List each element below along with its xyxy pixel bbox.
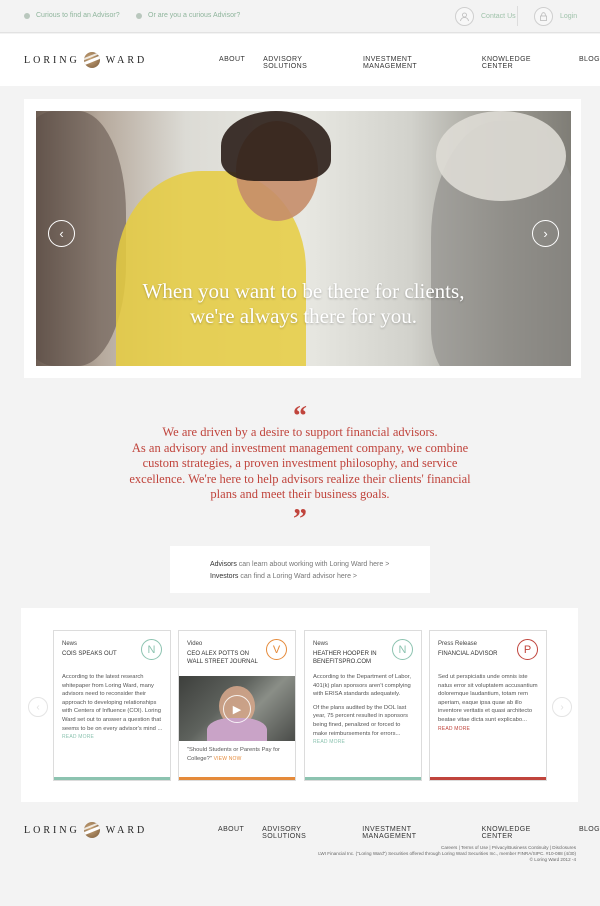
footer-logo[interactable]: LORING WARD bbox=[24, 822, 147, 838]
card-title[interactable]: COIs SPEAKS OUT bbox=[62, 650, 140, 658]
card-excerpt-text: According to the Department of Labor, 40… bbox=[313, 674, 411, 698]
logo-text-right: WARD bbox=[105, 824, 148, 836]
find-advisor-link[interactable]: Curious to find an Advisor? bbox=[24, 12, 120, 19]
card-title[interactable]: CEO ALEX POTTS ON WALL STREET JOURNAL bbox=[187, 650, 265, 666]
nav-knowledge-center[interactable]: KNOWLEDGE CENTER bbox=[482, 56, 561, 70]
logo-text-left: LORING bbox=[24, 54, 80, 66]
footer-nav-knowledge-center[interactable]: KNOWLEDGE CENTER bbox=[482, 826, 561, 840]
nav-investment-management[interactable]: INVESTMENT MANAGEMENT bbox=[363, 56, 464, 70]
nav-about[interactable]: ABOUT bbox=[219, 56, 245, 70]
video-thumbnail[interactable]: ▶ bbox=[179, 676, 295, 741]
card-type: Press Release bbox=[438, 641, 478, 647]
investors-link[interactable]: Investors can find a Loring Ward advisor… bbox=[210, 573, 357, 580]
quote-line: We are driven by a desire to support fin… bbox=[162, 425, 438, 439]
lock-icon bbox=[534, 6, 553, 26]
view-now-link[interactable]: VIEW NOW bbox=[214, 756, 242, 762]
chevron-left-icon: ‹ bbox=[36, 701, 40, 713]
contact-us-label[interactable]: Contact Us bbox=[481, 13, 516, 20]
card-excerpt-text: Of the plans audited by the DOL last yea… bbox=[313, 704, 409, 737]
nav-blog[interactable]: BLOG bbox=[579, 56, 600, 70]
footer-nav: ABOUT ADVISORY SOLUTIONS INVESTMENT MANA… bbox=[200, 826, 600, 840]
card-excerpt-text: According to the latest research whitepa… bbox=[62, 674, 163, 732]
open-quote-icon: “ bbox=[293, 401, 307, 432]
curious-advisor-label[interactable]: Or are you a curious Advisor? bbox=[148, 12, 240, 19]
login-label[interactable]: Login bbox=[560, 13, 577, 20]
hero-headline-line1: When you want to be there for clients, bbox=[142, 279, 465, 303]
news-card[interactable]: News COIs SPEAKS OUT N According to the … bbox=[53, 630, 171, 781]
card-accent-bar bbox=[430, 777, 546, 780]
news-badge-icon: N bbox=[141, 639, 162, 660]
quote-line: plans and meet their business goals. bbox=[210, 487, 390, 501]
logo-text-left: LORING bbox=[24, 824, 80, 836]
logo-text-right: WARD bbox=[105, 54, 148, 66]
hero-headline-line2: we're always there for you. bbox=[189, 304, 418, 328]
card-excerpt: According to the Department of Labor, 40… bbox=[313, 673, 415, 747]
card-title[interactable]: HEATHER HOOPER IN BENEFITSPRO.COM bbox=[313, 650, 391, 666]
nav-advisory-solutions[interactable]: ADVISORY SOLUTIONS bbox=[263, 56, 345, 70]
hero-photo-man-hair bbox=[436, 111, 566, 201]
chevron-right-icon: › bbox=[560, 701, 564, 713]
investors-label[interactable]: Investors bbox=[210, 573, 238, 580]
read-more-link[interactable]: READ MORE bbox=[438, 726, 470, 732]
card-excerpt: "Should Students or Parents Pay for Coll… bbox=[187, 746, 289, 763]
video-badge-icon: V bbox=[266, 639, 287, 660]
divider bbox=[517, 6, 518, 26]
footer-copyright: © Loring Ward 2012 -4 bbox=[529, 857, 576, 862]
card-accent-bar bbox=[179, 777, 295, 780]
quote-line: excellence. We're here to help advisors … bbox=[129, 471, 471, 486]
logo-mark-icon bbox=[83, 52, 100, 68]
top-utility-bar: Curious to find an Advisor? Or are you a… bbox=[0, 0, 600, 33]
hero-slider[interactable]: ‹ › When you want to be there for client… bbox=[36, 111, 571, 366]
card-type: News bbox=[62, 641, 78, 647]
find-advisor-label[interactable]: Curious to find an Advisor? bbox=[36, 12, 120, 19]
card-type: News bbox=[313, 641, 329, 647]
card-excerpt: According to the latest research whitepa… bbox=[62, 673, 164, 742]
press-release-card[interactable]: Press Release FINANCIAL ADVISOR P Sed ut… bbox=[429, 630, 547, 781]
press-badge-icon: P bbox=[517, 639, 538, 660]
hero-prev-button[interactable]: ‹ bbox=[48, 220, 75, 247]
card-type: Video bbox=[187, 641, 203, 647]
quote-line: custom strategies, a proven investment p… bbox=[142, 456, 458, 470]
footer-nav-blog[interactable]: BLOG bbox=[579, 826, 600, 840]
news-card[interactable]: News HEATHER HOOPER IN BENEFITSPRO.COM N… bbox=[304, 630, 422, 781]
investors-text[interactable]: can find a Loring Ward advisor here > bbox=[238, 573, 357, 580]
hero-photo-hair bbox=[221, 111, 331, 181]
card-accent-bar bbox=[54, 777, 170, 780]
audience-links-box: Advisors can learn about working with Lo… bbox=[170, 546, 430, 593]
contact-icon bbox=[455, 6, 474, 26]
footer-nav-about[interactable]: ABOUT bbox=[218, 826, 244, 840]
curious-advisor-link[interactable]: Or are you a curious Advisor? bbox=[136, 12, 240, 19]
advisors-link[interactable]: Advisors can learn about working with Lo… bbox=[210, 561, 389, 568]
login-link[interactable]: Login bbox=[534, 6, 577, 26]
chevron-right-icon: › bbox=[543, 226, 548, 241]
mission-quote: We are driven by a desire to support fin… bbox=[60, 425, 540, 503]
footer-nav-investment-management[interactable]: INVESTMENT MANAGEMENT bbox=[362, 826, 463, 840]
bullet-icon bbox=[136, 12, 142, 19]
quote-line: As an advisory and investment management… bbox=[131, 440, 469, 455]
close-quote-icon: ” bbox=[293, 504, 307, 535]
bullet-icon bbox=[24, 12, 30, 19]
card-excerpt: Sed ut perspiciatis unde omnis iste natu… bbox=[438, 673, 540, 733]
read-more-link[interactable]: READ MORE bbox=[62, 734, 94, 740]
advisors-label[interactable]: Advisors bbox=[210, 561, 237, 568]
contact-us-link[interactable]: Contact Us bbox=[455, 6, 516, 26]
card-title[interactable]: FINANCIAL ADVISOR bbox=[438, 650, 516, 658]
play-icon[interactable]: ▶ bbox=[223, 695, 251, 723]
read-more-link[interactable]: READ MORE bbox=[313, 739, 345, 745]
footer-nav-advisory-solutions[interactable]: ADVISORY SOLUTIONS bbox=[262, 826, 344, 840]
main-nav: ABOUT ADVISORY SOLUTIONS INVESTMENT MANA… bbox=[201, 56, 600, 70]
news-badge-icon: N bbox=[392, 639, 413, 660]
carousel-next-button[interactable]: › bbox=[552, 697, 572, 717]
card-excerpt-text: Sed ut perspiciatis unde omnis iste natu… bbox=[438, 674, 538, 723]
carousel-prev-button[interactable]: ‹ bbox=[28, 697, 48, 717]
hero-next-button[interactable]: › bbox=[532, 220, 559, 247]
advisors-text[interactable]: can learn about working with Loring Ward… bbox=[237, 561, 390, 568]
card-accent-bar bbox=[305, 777, 421, 780]
site-header: LORING WARD ABOUT ADVISORY SOLUTIONS INV… bbox=[0, 34, 600, 86]
logo-mark-icon bbox=[83, 822, 100, 838]
chevron-left-icon: ‹ bbox=[59, 226, 64, 241]
video-card[interactable]: Video CEO ALEX POTTS ON WALL STREET JOUR… bbox=[178, 630, 296, 781]
loring-ward-logo[interactable]: LORING WARD bbox=[24, 52, 147, 68]
